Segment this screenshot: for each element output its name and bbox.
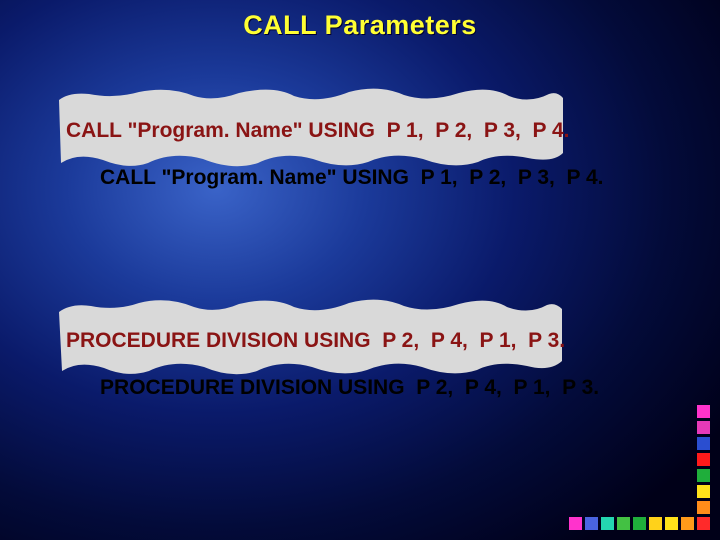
square-icon [697,453,710,466]
squares-column [697,405,710,514]
square-icon [697,405,710,418]
code-1-text: CALL "Program. Name" USING P 1, P 2, P 3… [100,166,604,189]
square-icon [697,437,710,450]
code-box-2: PROCEDURE DIVISION USING P 2, P 4, P 1, … [55,298,617,384]
code-2-shadow: PROCEDURE DIVISION USING P 2, P 4, P 1, … [66,329,565,353]
title-text: CALL Parameters [243,10,477,40]
code-line-1: CALL "Program. Name" USING P 1, P 2, P 3… [65,118,604,214]
code-box-1: CALL "Program. Name" USING P 1, P 2, P 3… [55,88,617,174]
square-icon [569,517,582,530]
slide-title: CALL Parameters CALL Parameters [0,10,720,41]
square-icon [665,517,678,530]
code-line-2: PROCEDURE DIVISION USING P 2, P 4, P 1, … [65,328,599,424]
squares-row [569,517,710,530]
slide: CALL Parameters CALL Parameters CALL "Pr… [0,0,720,540]
square-icon [681,517,694,530]
code-1-shadow: CALL "Program. Name" USING P 1, P 2, P 3… [66,119,570,143]
square-icon [697,421,710,434]
square-icon [601,517,614,530]
decorative-squares [569,405,710,530]
square-icon [697,485,710,498]
square-icon [633,517,646,530]
square-icon [697,469,710,482]
square-icon [649,517,662,530]
square-icon [697,517,710,530]
square-icon [617,517,630,530]
square-icon [697,501,710,514]
square-icon [585,517,598,530]
code-2-text: PROCEDURE DIVISION USING P 2, P 4, P 1, … [100,376,599,399]
